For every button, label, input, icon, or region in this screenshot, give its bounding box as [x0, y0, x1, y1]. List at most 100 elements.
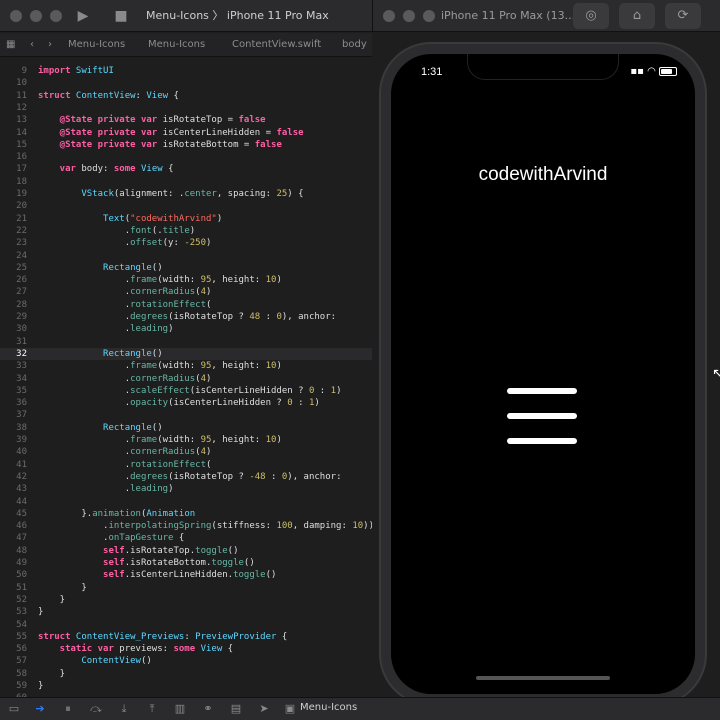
breakpoints-icon[interactable]: ➔ — [32, 701, 48, 717]
line-number: 14 — [16, 127, 27, 138]
forward-chevron-icon[interactable]: › — [48, 33, 52, 57]
close-window-button[interactable] — [10, 10, 22, 22]
code-line[interactable]: 23 .offset(y: -250) — [0, 237, 380, 249]
play-icon[interactable]: ▶ — [74, 6, 92, 26]
code-line[interactable]: 51 } — [0, 582, 380, 594]
stop-icon[interactable]: ■ — [112, 6, 130, 26]
sim-minimize-button[interactable] — [403, 10, 415, 22]
code-line[interactable]: 54 — [0, 619, 380, 631]
code-token: .isRotateTop. — [124, 545, 196, 556]
home-indicator[interactable] — [476, 676, 610, 680]
location-icon[interactable]: ➤ — [256, 701, 272, 717]
code-line[interactable]: 43 .leading) — [0, 483, 380, 495]
code-editor[interactable]: 9 import SwiftUI 10 11 struct ContentView: V… — [0, 57, 380, 697]
code-line[interactable]: 39 .frame(width: 95, height: 10) — [0, 434, 380, 446]
code-line[interactable]: 17 var body: some View { — [0, 163, 380, 175]
screenshot-icon[interactable]: ◎ — [573, 3, 609, 29]
code-line[interactable]: 15 @State private var isRotateBottom = f… — [0, 139, 380, 151]
code-line[interactable]: 36 .opacity(isCenterLineHidden ? 0 : 1) — [0, 397, 380, 409]
code-line[interactable]: 44 — [0, 496, 380, 508]
code-line[interactable]: 27 .cornerRadius(4) — [0, 286, 380, 298]
breadcrumb-group[interactable]: Menu-Icons — [148, 33, 205, 57]
code-line[interactable]: 55 struct ContentView_Previews: PreviewPr… — [0, 631, 380, 643]
code-token: ) — [314, 398, 320, 409]
code-line[interactable]: 35 .scaleEffect(isCenterLineHidden ? 0 :… — [0, 385, 380, 397]
code-line[interactable]: 12 — [0, 102, 380, 114]
zoom-window-button[interactable] — [50, 10, 62, 22]
code-token: (. — [151, 225, 163, 236]
code-line[interactable]: 10 — [0, 77, 380, 89]
breadcrumb-project[interactable]: Menu-Icons — [68, 33, 125, 57]
code-line[interactable]: 24 — [0, 250, 380, 262]
code-token: import — [38, 66, 71, 76]
sim-close-button[interactable] — [383, 10, 395, 22]
line-number: 48 — [16, 545, 27, 556]
grid-icon[interactable]: ▦ — [6, 33, 15, 57]
code-line[interactable]: 16 — [0, 151, 380, 163]
code-line[interactable]: 28 .rotationEffect( — [0, 299, 380, 311]
code-line[interactable]: 31 — [0, 336, 380, 348]
code-line[interactable]: 20 — [0, 200, 380, 212]
menu-icon-bar-top[interactable] — [507, 388, 577, 394]
menu-icon-bar-bottom[interactable] — [507, 438, 577, 444]
code-line[interactable]: 53} — [0, 606, 380, 618]
view-hierarchy-icon[interactable]: ▥ — [172, 701, 188, 717]
minimize-window-button[interactable] — [30, 10, 42, 22]
menu-icon-bar-middle[interactable] — [507, 413, 577, 419]
scheme-selector[interactable]: Menu-Icons 〉 iPhone 11 Pro Max — [146, 6, 329, 26]
code-line[interactable]: 34 .cornerRadius(4) — [0, 373, 380, 385]
code-line[interactable]: 45 }.animation(Animation — [0, 508, 380, 520]
code-line[interactable]: 52 } — [0, 594, 380, 606]
sim-zoom-button[interactable] — [423, 10, 435, 22]
breadcrumb-file[interactable]: ContentView.swift — [232, 33, 321, 57]
code-line[interactable]: 47 .onTapGesture { — [0, 532, 380, 544]
code-line[interactable]: 32 Rectangle() — [0, 347, 380, 361]
code-line[interactable]: 29 .degrees(isRotateTop ? 48 : 0), ancho… — [0, 311, 380, 323]
hide-area-icon[interactable]: ▭ — [6, 701, 22, 717]
environment-icon[interactable]: ▤ — [228, 701, 244, 717]
code-text: struct ContentView: View { — [38, 90, 179, 102]
rotate-icon[interactable]: ⟳ — [665, 3, 701, 29]
scheme-target: Menu-Icons — [146, 9, 209, 22]
code-line[interactable]: 14 @State private var isCenterLineHidden… — [0, 127, 380, 139]
code-line[interactable]: 21 Text("codewithArvind") — [0, 213, 380, 225]
back-chevron-icon[interactable]: ‹ — [30, 33, 34, 57]
code-text: static var previews: some View { — [38, 643, 233, 655]
step-over-icon[interactable]: ⤼ — [88, 701, 104, 717]
code-line[interactable]: 59} — [0, 680, 380, 692]
home-icon[interactable]: ⌂ — [619, 3, 655, 29]
code-line[interactable]: 46 .interpolatingSpring(stiffness: 100, … — [0, 520, 380, 532]
pause-icon[interactable]: ⏸ — [60, 701, 76, 717]
code-line[interactable]: 41 .rotationEffect( — [0, 459, 380, 471]
step-out-icon[interactable]: ⤒ — [144, 701, 160, 717]
code-line[interactable]: 40 .cornerRadius(4) — [0, 446, 380, 458]
code-line[interactable]: 13 @State private var isRotateTop = fals… — [0, 114, 380, 126]
code-line[interactable]: 57 ContentView() — [0, 655, 380, 667]
line-number: 47 — [16, 533, 27, 544]
code-line[interactable]: 58 } — [0, 668, 380, 680]
code-line[interactable]: 22 .font(.title) — [0, 225, 380, 237]
line-number: 21 — [16, 213, 27, 224]
code-line[interactable]: 11 struct ContentView: View { — [0, 90, 380, 102]
memory-graph-icon[interactable]: ⚭ — [200, 701, 216, 717]
code-line[interactable]: 18 — [0, 176, 380, 188]
code-line[interactable]: 25 Rectangle() — [0, 262, 380, 274]
code-line[interactable]: 9 import SwiftUI — [0, 65, 380, 77]
code-line[interactable]: 30 .leading) — [0, 323, 380, 335]
code-line[interactable]: 26 .frame(width: 95, height: 10) — [0, 274, 380, 286]
code-line[interactable]: 50 self.isCenterLineHidden.toggle() — [0, 569, 380, 581]
line-number: 40 — [16, 447, 27, 458]
iphone-screen[interactable]: 1:31 ▪▪ ◠ codewithArvind — [391, 54, 695, 694]
code-line[interactable]: 48 self.isRotateTop.toggle() — [0, 545, 380, 557]
code-line[interactable]: 33 .frame(width: 95, height: 10) — [0, 360, 380, 372]
step-into-icon[interactable]: ⤓ — [116, 701, 132, 717]
line-number: 51 — [16, 582, 27, 593]
code-line[interactable]: 42 .degrees(isRotateTop ? -48 : 0), anch… — [0, 471, 380, 483]
code-line[interactable]: 19 VStack(alignment: .center, spacing: 2… — [0, 188, 380, 200]
code-token: (y: — [162, 238, 185, 249]
code-line[interactable]: 49 self.isRotateBottom.toggle() — [0, 557, 380, 569]
code-line[interactable]: 56 static var previews: some View { — [0, 643, 380, 655]
breadcrumb-symbol[interactable]: body — [342, 33, 367, 57]
code-line[interactable]: 38 Rectangle() — [0, 422, 380, 434]
code-line[interactable]: 37 — [0, 409, 380, 421]
